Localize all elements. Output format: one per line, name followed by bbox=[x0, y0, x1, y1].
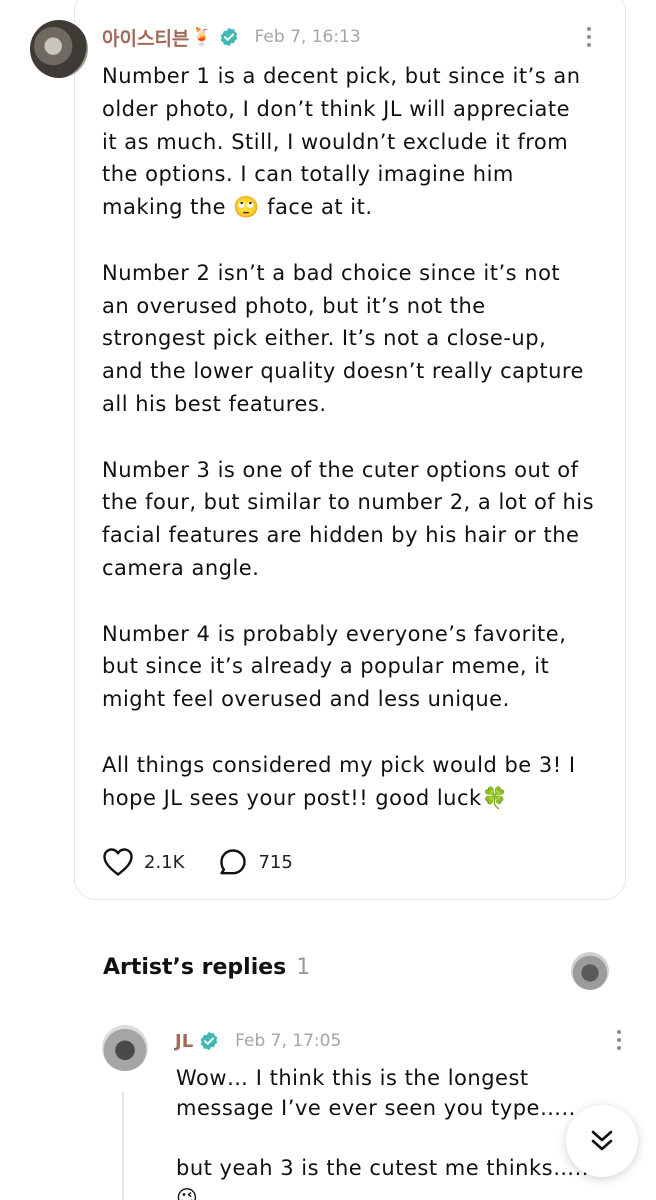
reply-body: Wow… I think this is the longest message… bbox=[176, 1063, 616, 1200]
comment-username[interactable]: 아이스티븐 bbox=[102, 24, 189, 51]
comment-paragraph: Number 1 is a decent pick, but since it’… bbox=[102, 60, 602, 224]
verified-badge-icon bbox=[220, 27, 237, 47]
verified-badge-icon bbox=[200, 1031, 218, 1051]
scroll-down-button[interactable] bbox=[566, 1105, 638, 1177]
text-line: an overused photo, but it’s not the bbox=[102, 293, 486, 318]
reply-paragraph: Wow… I think this is the longest message… bbox=[176, 1063, 616, 1123]
text-line: but yeah 3 is the cutest me thinks….. 😉 bbox=[176, 1156, 589, 1200]
text-line: message I’ve ever seen you type….. bbox=[176, 1096, 576, 1120]
reply-username[interactable]: JL bbox=[175, 1031, 193, 1052]
like-button[interactable]: 2.1K bbox=[102, 847, 184, 877]
text-line: Number 4 is probably everyone’s favorite… bbox=[102, 621, 567, 646]
comment-paragraph: Number 4 is probably everyone’s favorite… bbox=[102, 618, 602, 716]
reply-paragraph: but yeah 3 is the cutest me thinks….. 😉 bbox=[176, 1153, 616, 1200]
text-line: older photo, I don’t think JL will appre… bbox=[102, 96, 571, 121]
thread-line bbox=[122, 1092, 124, 1200]
comment-paragraph: All things considered my pick would be 3… bbox=[102, 749, 602, 815]
text-line: Number 2 isn’t a bad choice since it’s n… bbox=[102, 260, 561, 285]
more-options-icon[interactable] bbox=[617, 1030, 621, 1050]
chevron-double-down-icon bbox=[591, 1130, 613, 1151]
more-options-icon[interactable] bbox=[587, 27, 591, 47]
artist-replies-heading: Artist’s replies 1 bbox=[103, 955, 310, 980]
text-line: all his best features. bbox=[102, 391, 327, 416]
artist-replies-title: Artist’s replies bbox=[103, 955, 287, 980]
reply-count: 715 bbox=[258, 851, 293, 873]
comment-paragraph: Number 3 is one of the cuter options out… bbox=[102, 454, 602, 585]
text-line: might feel overused and less unique. bbox=[102, 687, 510, 712]
comment-actions: 2.1K 715 bbox=[102, 842, 293, 882]
text-line: the options. I can totally imagine him bbox=[102, 162, 514, 187]
heart-icon bbox=[103, 848, 133, 876]
text-line: facial features are hidden by his hair o… bbox=[102, 523, 580, 548]
text-line: All things considered my pick would be 3… bbox=[102, 752, 576, 777]
reply-button[interactable]: 715 bbox=[218, 847, 293, 877]
user-avatar[interactable] bbox=[30, 20, 88, 78]
text-line: Number 3 is one of the cuter options out… bbox=[102, 457, 579, 482]
comment-timestamp: Feb 7, 16:13 bbox=[254, 27, 361, 47]
comment-paragraph: Number 2 isn’t a bad choice since it’s n… bbox=[102, 257, 602, 421]
comment-header: 아이스티븐 🍹 Feb 7, 16:13 bbox=[102, 22, 361, 52]
reply-avatar[interactable] bbox=[102, 1025, 148, 1071]
username-emoji: 🍹 bbox=[191, 27, 213, 47]
reply-timestamp: Feb 7, 17:05 bbox=[235, 1031, 342, 1051]
text-line: Wow… I think this is the longest bbox=[176, 1066, 529, 1090]
text-line: the four, but similar to number 2, a lot… bbox=[102, 490, 595, 515]
reply-header: JL Feb 7, 17:05 bbox=[175, 1027, 341, 1055]
comment-body: Number 1 is a decent pick, but since it’… bbox=[102, 60, 602, 814]
artist-replies-count: 1 bbox=[296, 955, 311, 980]
comment-bubble-icon bbox=[220, 849, 247, 875]
text-line: hope JL sees your post!! good luck🍀 bbox=[102, 785, 509, 810]
text-line: but since it’s already a popular meme, i… bbox=[102, 654, 550, 679]
text-line: it as much. Still, I wouldn’t exclude it… bbox=[102, 129, 569, 154]
text-line: making the 🙄 face at it. bbox=[102, 195, 373, 220]
like-count: 2.1K bbox=[144, 851, 185, 873]
text-line: and the lower quality doesn’t really cap… bbox=[102, 359, 584, 384]
text-line: Number 1 is a decent pick, but since it’… bbox=[102, 64, 581, 88]
text-line: strongest pick either. It’s not a close-… bbox=[102, 326, 547, 351]
artist-avatar[interactable] bbox=[571, 952, 609, 990]
text-line: camera angle. bbox=[102, 555, 260, 580]
